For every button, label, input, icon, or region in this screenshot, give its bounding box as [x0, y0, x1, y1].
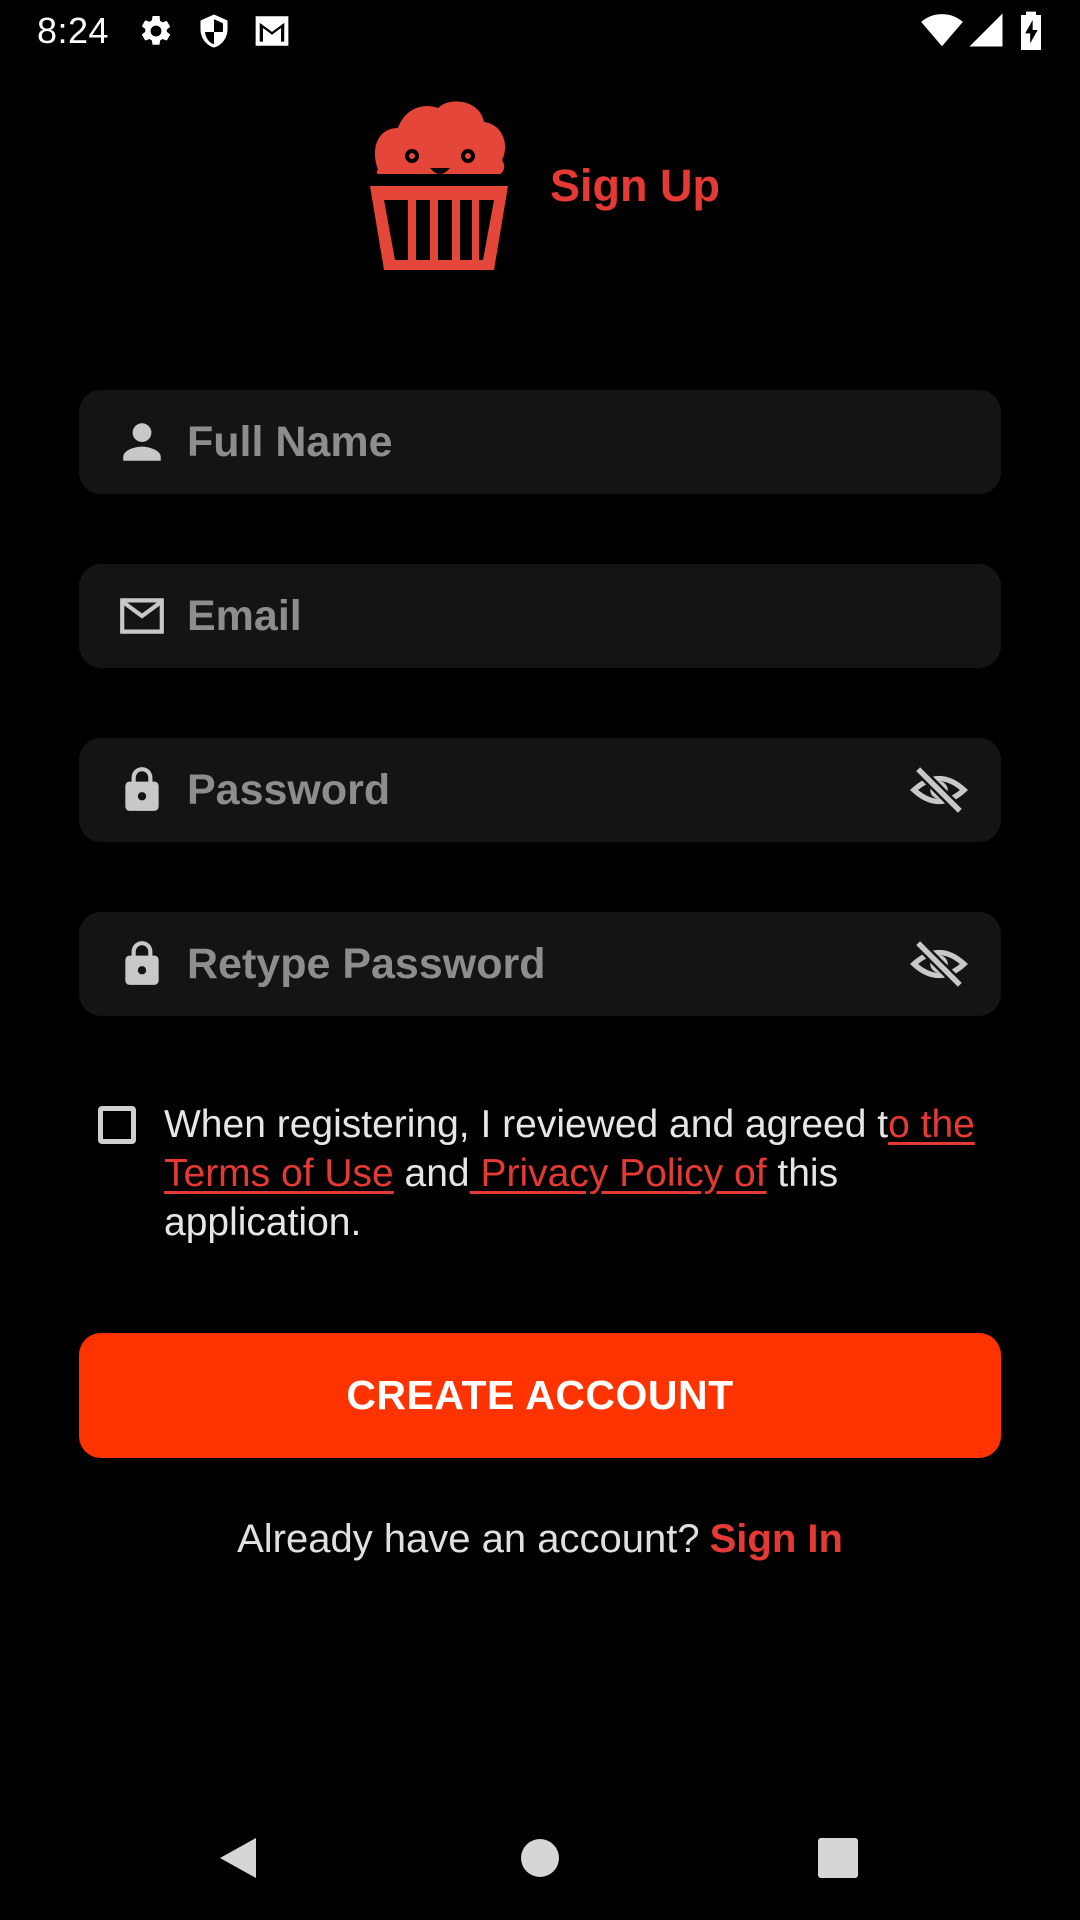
full-name-field[interactable]: Full Name [79, 390, 1001, 494]
gear-icon [142, 15, 171, 45]
privacy-policy-link[interactable]: Privacy Policy of [470, 1152, 766, 1195]
signin-prompt: Already have an account? [237, 1517, 700, 1561]
lock-icon [125, 941, 159, 985]
person-icon [123, 423, 161, 461]
signin-link[interactable]: Sign In [710, 1517, 843, 1561]
lock-icon [125, 767, 159, 811]
recents-icon[interactable] [814, 1834, 862, 1882]
wifi-icon [921, 14, 963, 47]
terms-text-part2: and [393, 1152, 470, 1195]
home-icon[interactable] [516, 1834, 564, 1882]
battery-charging-icon [1021, 11, 1041, 50]
retype-password-placeholder: Retype Password [187, 940, 546, 988]
eye-off-icon[interactable] [909, 939, 969, 989]
mail-icon [120, 598, 164, 634]
email-placeholder: Email [187, 592, 302, 640]
password-field[interactable]: Password [79, 738, 1001, 842]
eye-off-icon[interactable] [909, 765, 969, 815]
terms-text: When registering, I reviewed and agreed … [164, 1100, 984, 1247]
email-field[interactable]: Email [79, 564, 1001, 668]
signin-row: Already have an account? Sign In [0, 1517, 1080, 1562]
full-name-placeholder: Full Name [187, 418, 393, 466]
create-account-button[interactable]: CREATE ACCOUNT [79, 1333, 1001, 1458]
status-bar: 8:24 [0, 0, 1080, 62]
terms-text-part1: When registering, I reviewed and agreed … [164, 1103, 889, 1146]
password-placeholder: Password [187, 766, 391, 814]
shield-icon [200, 14, 228, 48]
cupcake-logo-icon [370, 101, 508, 270]
signal-icon [969, 13, 1003, 47]
retype-password-field[interactable]: Retype Password [79, 912, 1001, 1016]
page-title: Sign Up [550, 160, 720, 211]
gmail-icon [255, 16, 289, 46]
status-time: 8:24 [37, 10, 110, 51]
terms-checkbox[interactable] [98, 1106, 136, 1144]
back-icon[interactable] [214, 1834, 262, 1882]
